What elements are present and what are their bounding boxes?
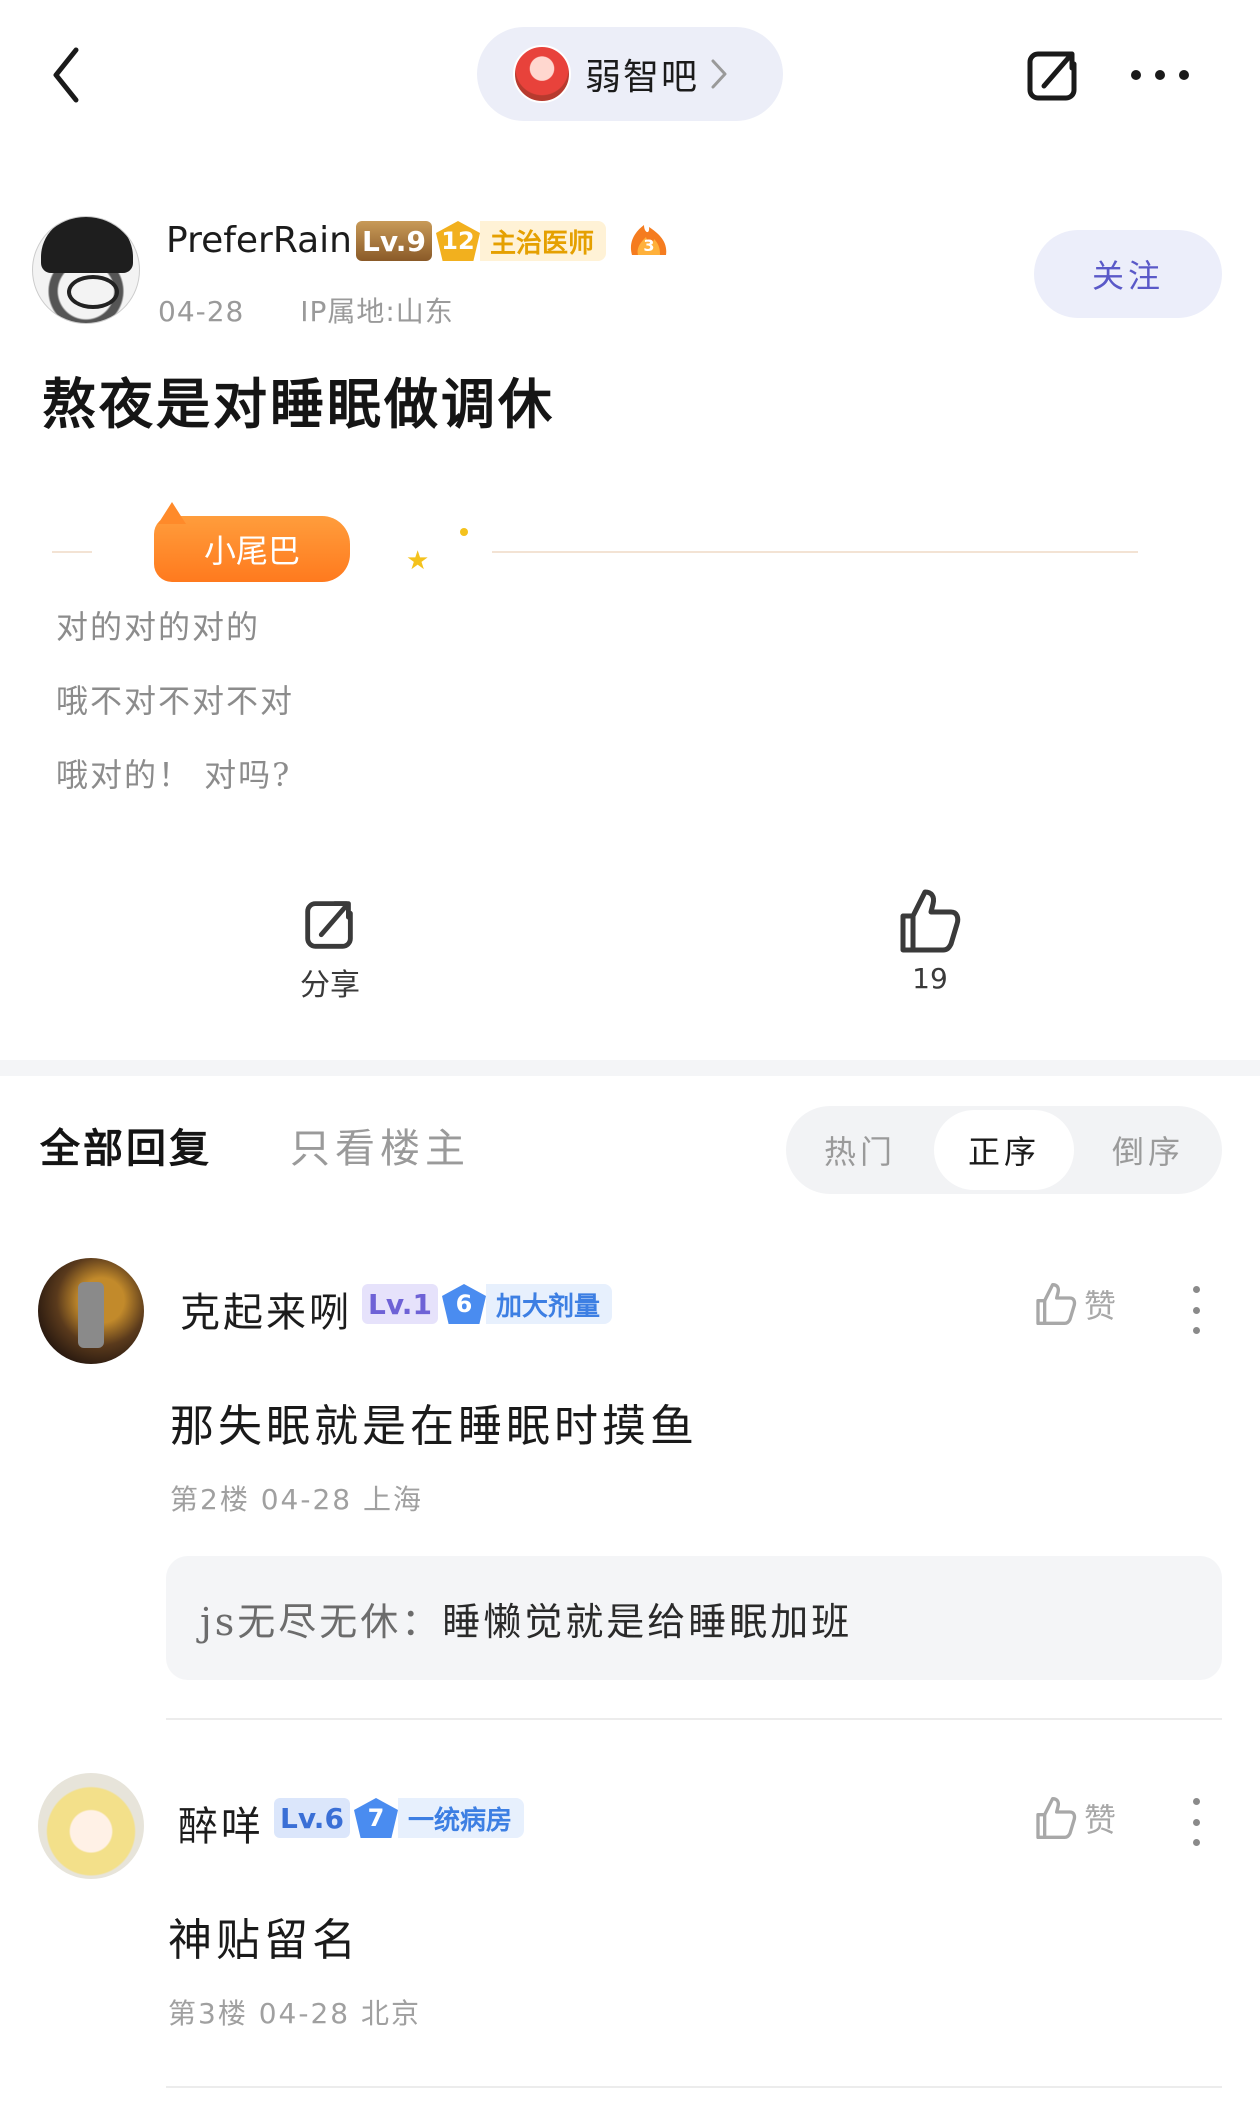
reply-date: 04-28 <box>260 1483 353 1516</box>
share-button[interactable] <box>1020 42 1086 108</box>
reply-separator <box>166 2086 1222 2088</box>
tail-line: 对的对的对的 <box>56 608 261 646</box>
share-label: 分享 <box>300 968 360 1003</box>
title-badge: 7 一统病房 <box>354 1796 525 1840</box>
reply-like-button[interactable]: 赞 <box>1034 1280 1116 1328</box>
chevron-right-icon <box>711 59 727 89</box>
sort-hot-option[interactable]: 热门 <box>790 1110 930 1190</box>
title-badge-text: 主治医师 <box>480 221 607 261</box>
section-divider <box>0 1060 1260 1076</box>
reply-floor: 第3楼 <box>168 1997 248 2030</box>
reply-author-name[interactable]: 克起来咧 <box>180 1280 352 1338</box>
tail-divider-left <box>52 551 92 553</box>
reply-like-button[interactable]: 赞 <box>1034 1794 1116 1842</box>
reply-floor: 第2楼 <box>170 1483 250 1516</box>
thumbs-up-icon <box>1036 1797 1077 1840</box>
reply-meta: 第2楼 04-28 上海 <box>170 1478 423 1518</box>
more-options-button[interactable] <box>1128 55 1192 95</box>
more-horizontal-icon <box>1131 70 1189 80</box>
thumbs-up-icon <box>900 889 961 953</box>
title-badge-number: 12 <box>436 221 480 261</box>
reply-more-button[interactable] <box>1190 1286 1202 1334</box>
tail-badge: 小尾巴 <box>154 502 350 582</box>
level-badge: Lv.1 <box>362 1284 438 1324</box>
share-icon <box>1027 51 1077 101</box>
dot-decoration <box>460 528 468 536</box>
follow-button[interactable]: 关注 <box>1034 230 1222 318</box>
reply-location: 北京 <box>361 1997 422 2030</box>
tab-owner-only[interactable]: 只看楼主 <box>290 1116 470 1174</box>
title-badge-text: 加大剂量 <box>486 1284 613 1324</box>
share-action-button[interactable]: 分享 <box>290 892 370 1012</box>
forum-name: 弱智吧 <box>585 57 700 98</box>
level-badge: Lv.6 <box>274 1798 350 1838</box>
reply-location: 上海 <box>363 1483 424 1516</box>
post-meta: 04-28 IP属地:山东 <box>158 290 454 330</box>
sub-reply-text: 睡懒觉就是给睡眠加班 <box>442 1599 853 1644</box>
more-vertical-icon <box>1192 1286 1200 1293</box>
star-icon: ★ <box>406 546 430 576</box>
tail-line: 哦对的！ 对吗? <box>56 756 292 794</box>
reply-separator <box>166 1718 1222 1720</box>
reply-avatar[interactable] <box>38 1773 144 1879</box>
sort-descending-option[interactable]: 倒序 <box>1078 1110 1218 1190</box>
chevron-left-icon <box>53 47 79 103</box>
author-name[interactable]: PreferRain <box>166 220 352 261</box>
title-badge-number: 7 <box>354 1798 398 1838</box>
sort-segmented-control: 热门 正序 倒序 <box>786 1106 1222 1194</box>
share-icon <box>305 901 353 949</box>
author-avatar[interactable] <box>32 216 140 324</box>
back-button[interactable] <box>40 40 100 110</box>
thumbs-up-icon <box>1036 1283 1077 1326</box>
like-action-button[interactable]: 19 <box>880 886 980 1012</box>
more-vertical-icon <box>1192 1798 1200 1805</box>
post-ip: IP属地:山东 <box>300 295 454 328</box>
post-title: 熬夜是对睡眠做调休 <box>42 372 555 436</box>
reply-date: 04-28 <box>258 1997 351 2030</box>
fire-badge-number: 3 <box>643 236 654 255</box>
level-badge: Lv.9 <box>356 221 432 261</box>
post-date: 04-28 <box>158 295 245 328</box>
like-label: 赞 <box>1084 1287 1117 1325</box>
tab-all-replies[interactable]: 全部回复 <box>40 1116 212 1174</box>
forum-avatar <box>513 45 571 103</box>
sub-reply-box[interactable]: js无尽无休： 睡懒觉就是给睡眠加班 <box>166 1556 1222 1680</box>
forum-entry-button[interactable]: 弱智吧 <box>477 27 783 121</box>
reply-meta: 第3楼 04-28 北京 <box>168 1992 421 2032</box>
reply-more-button[interactable] <box>1190 1798 1202 1846</box>
sub-reply-user[interactable]: js无尽无休： <box>200 1591 442 1646</box>
reply-content: 神贴留名 <box>168 1915 360 1966</box>
reply-avatar[interactable] <box>38 1258 144 1364</box>
title-badge: 6 加大剂量 <box>442 1282 613 1326</box>
fire-badge-icon: 3 <box>626 219 672 261</box>
sort-ascending-option[interactable]: 正序 <box>934 1110 1074 1190</box>
reply-content: 那失眠就是在睡眠时摸鱼 <box>170 1401 698 1452</box>
like-label: 赞 <box>1084 1801 1117 1839</box>
tail-line: 哦不对不对不对 <box>56 682 295 720</box>
reply-author-name[interactable]: 醉咩 <box>178 1794 264 1852</box>
like-count: 19 <box>912 962 948 995</box>
title-badge-text: 一统病房 <box>398 1798 525 1838</box>
title-badge-number: 6 <box>442 1284 486 1324</box>
title-badge: 12 主治医师 <box>436 219 607 263</box>
tail-divider-right <box>492 551 1138 553</box>
